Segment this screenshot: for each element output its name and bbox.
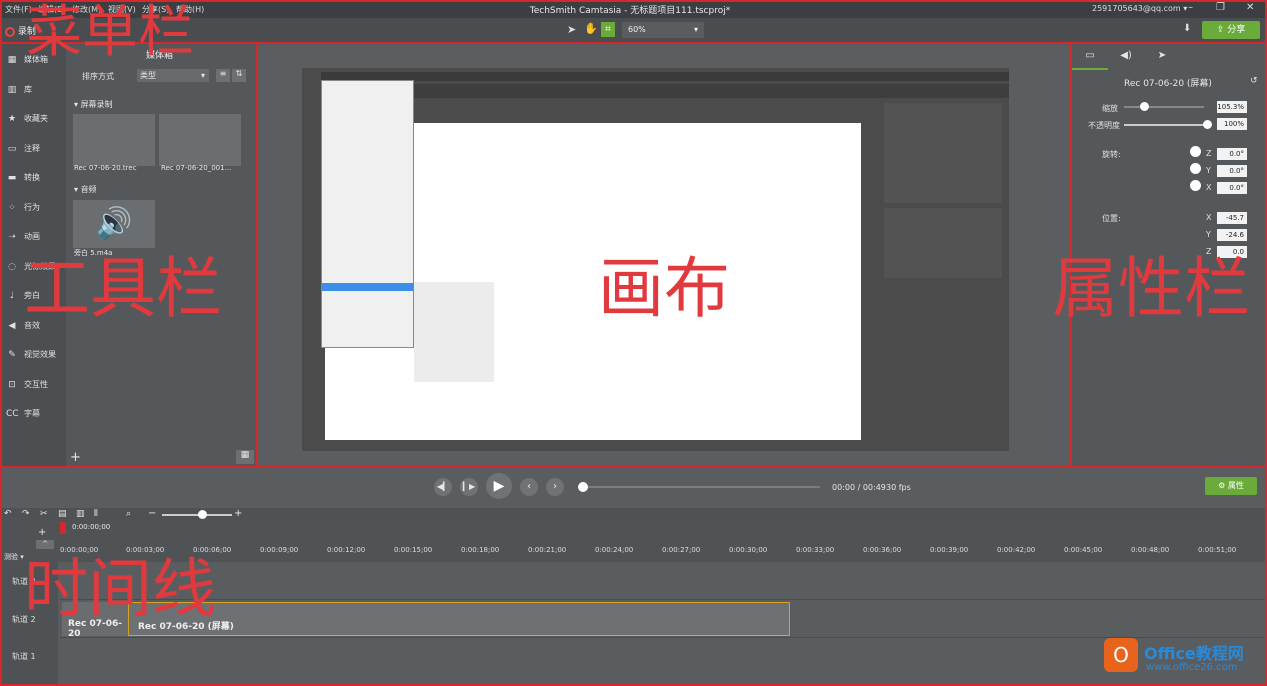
office-logo-icon: O (1104, 638, 1138, 672)
annotation-menubar: 菜单栏 (26, 0, 194, 65)
annotation-props: 属性栏 (1052, 250, 1250, 327)
watermark-brand: Office教程网 (1144, 644, 1244, 663)
annotation-toolbar: 工具栏 (24, 250, 222, 327)
annotation-canvas: 画布 (598, 250, 730, 327)
watermark-url: www.office26.com (1146, 662, 1238, 673)
annotation-timeline: 时间线 (24, 553, 216, 627)
